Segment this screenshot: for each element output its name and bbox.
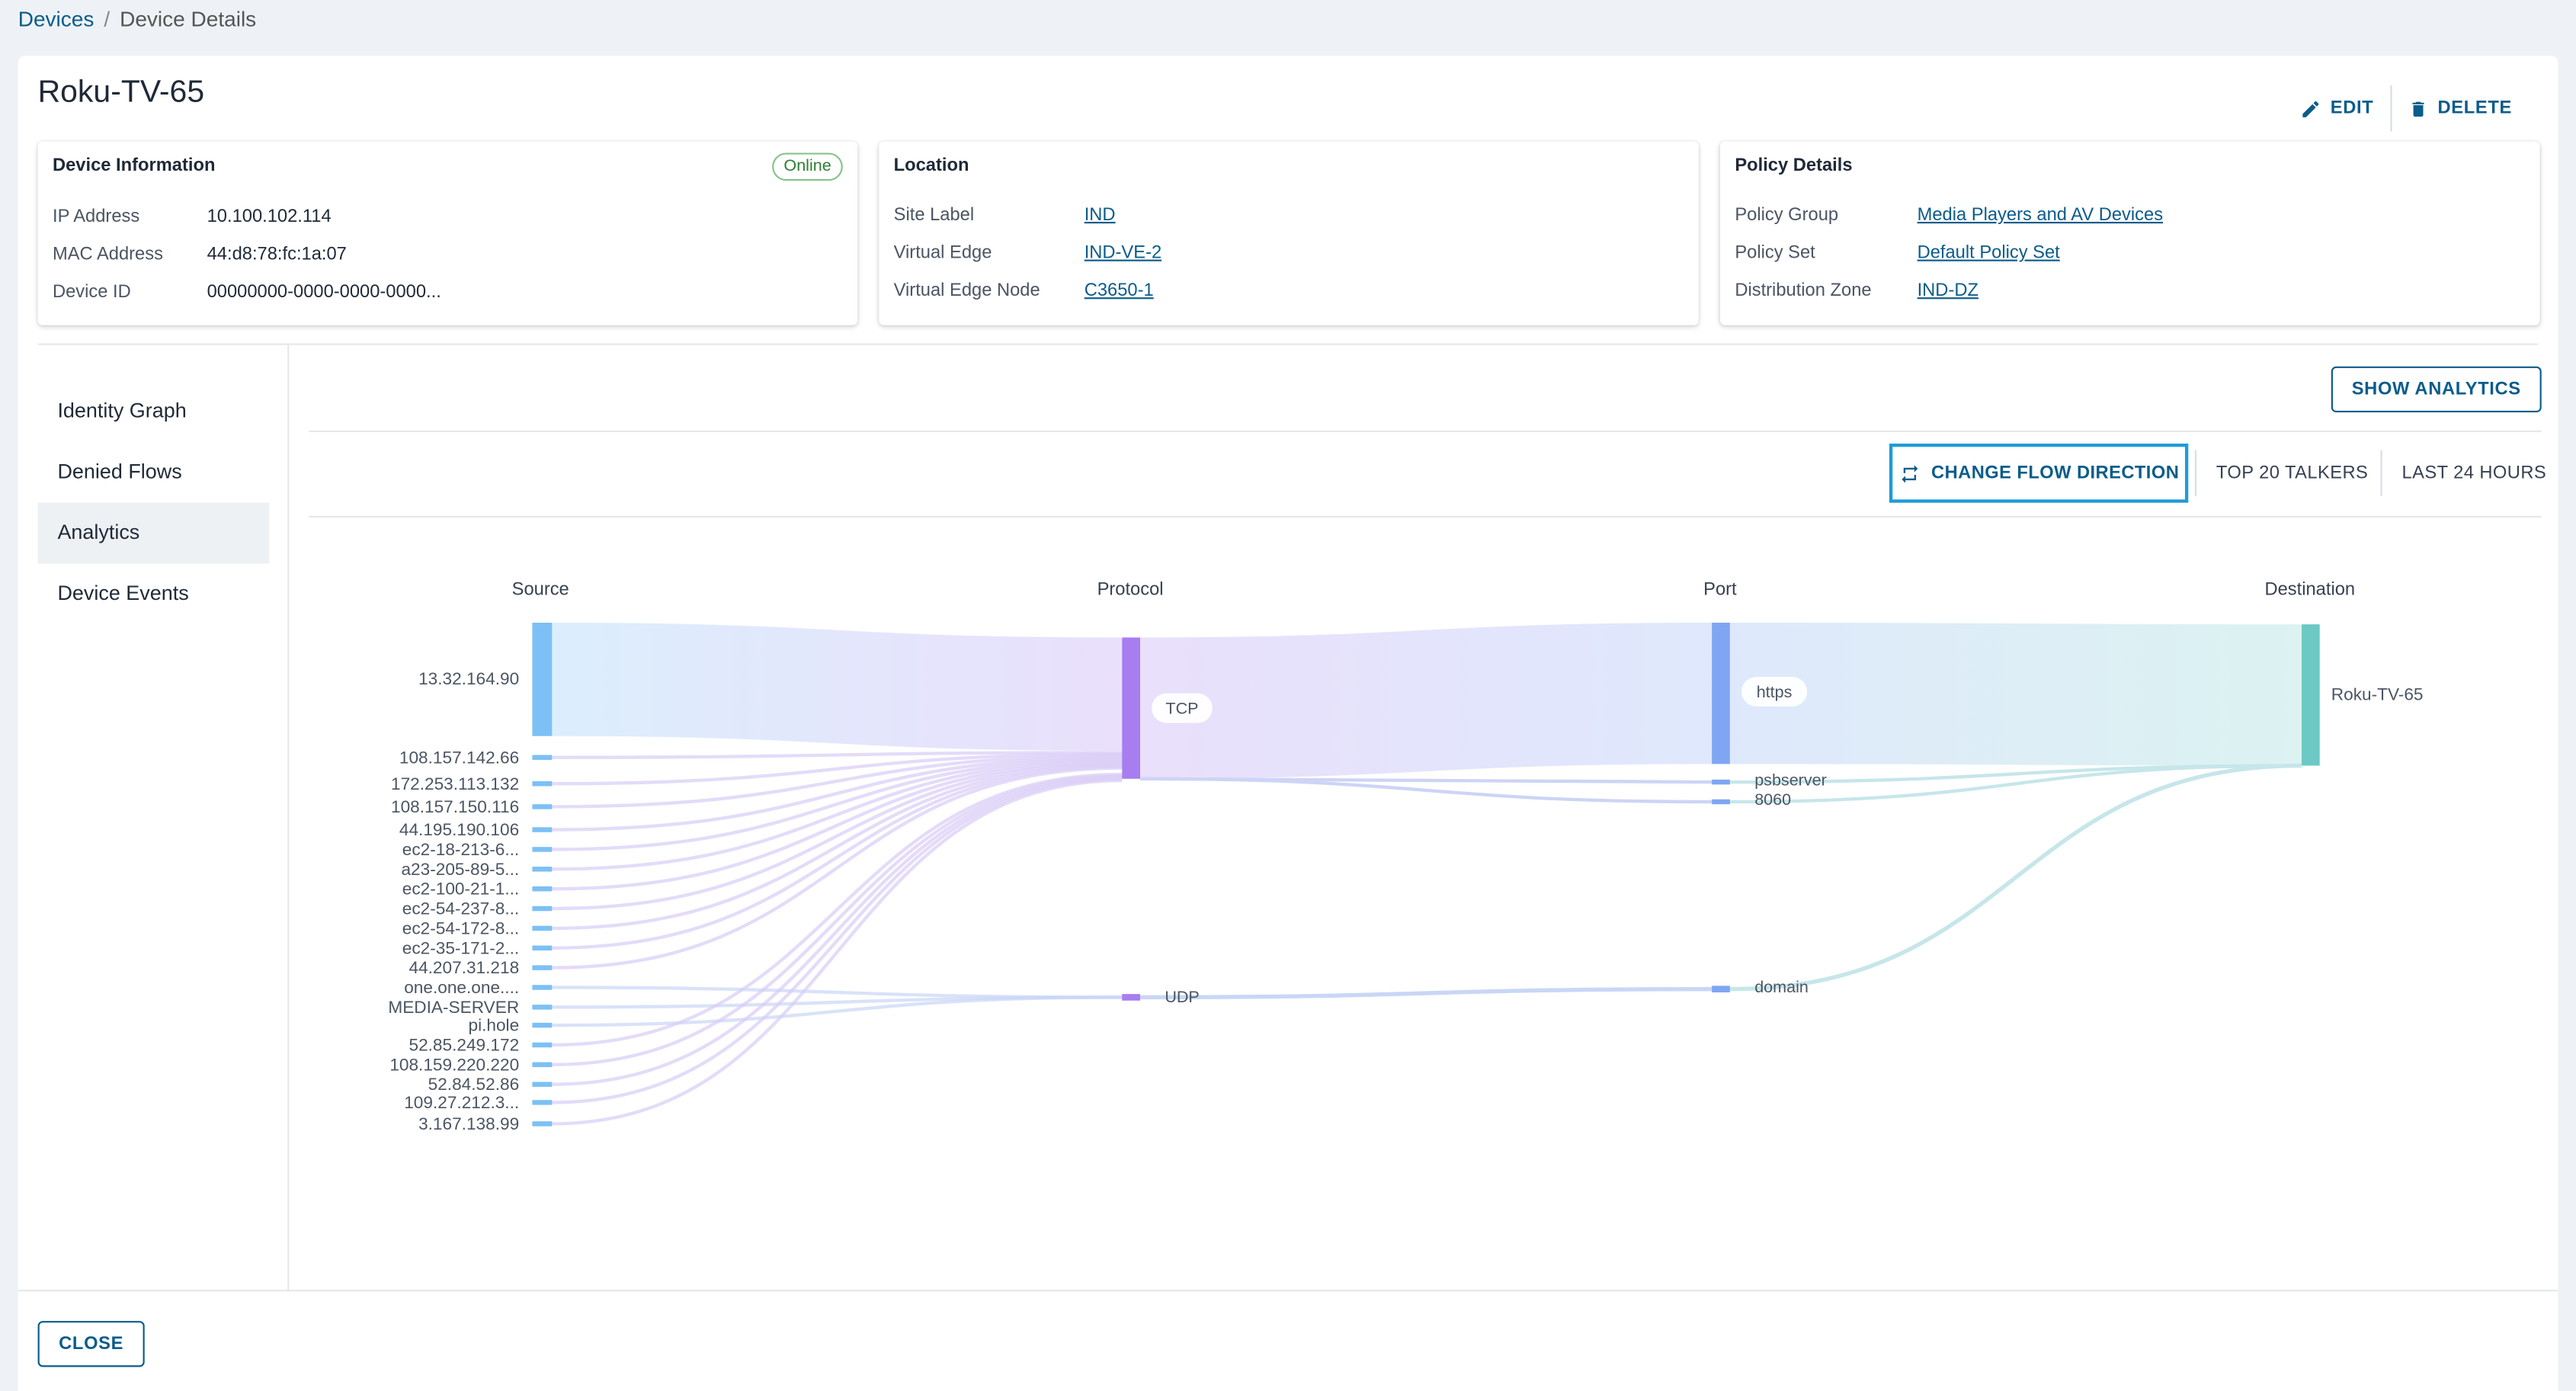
column-header-protocol: Protocol: [1097, 579, 1164, 599]
protocol-label-tcp: TCP: [1165, 699, 1198, 718]
source-label-52-85-249-172: 52.85.249.172: [409, 1036, 519, 1055]
destination-node-roku-tv-65[interactable]: [2302, 624, 2320, 766]
source-node-media-server[interactable]: [532, 1005, 553, 1010]
source-label-13-32-164-90: 13.32.164.90: [418, 669, 519, 688]
source-node-a23-205-89-5[interactable]: [532, 867, 553, 872]
source-node-109-27-212-3[interactable]: [532, 1100, 553, 1105]
source-label-ec2-35-171-2: ec2-35-171-2...: [402, 938, 519, 957]
source-node-ec2-54-237-8[interactable]: [532, 905, 553, 912]
source-label-172-253-113-132: 172.253.113.132: [391, 774, 519, 793]
source-label-ec2-100-21-1: ec2-100-21-1...: [402, 880, 519, 899]
source-label-one-one-one: one.one.one....: [404, 978, 519, 997]
source-node-ec2-54-172-8[interactable]: [532, 925, 553, 931]
port-node-domain[interactable]: [1712, 986, 1730, 992]
source-node-3-167-138-99[interactable]: [532, 1121, 553, 1127]
source-label-108-159-220-220: 108.159.220.220: [389, 1055, 519, 1074]
source-node-13-32-164-90[interactable]: [532, 622, 553, 736]
source-label-3-167-138-99: 3.167.138.99: [418, 1114, 519, 1133]
source-node-pi-hole[interactable]: [532, 1022, 553, 1028]
link-source-one-one-one: [552, 986, 1123, 999]
port-label-domain: domain: [1754, 977, 1809, 996]
port-node-8060[interactable]: [1712, 799, 1730, 805]
port-node-https[interactable]: [1712, 622, 1730, 764]
source-node-172-253-113-132[interactable]: [532, 780, 553, 787]
link-source-52-84-52-86: [552, 775, 1123, 1086]
flow-sankey-diagram: Source Protocol Port Destination 13.32.164.9…: [388, 579, 2424, 1133]
column-header-destination: Destination: [2264, 579, 2355, 599]
source-node-ec2-18-213-6[interactable]: [532, 847, 553, 852]
column-header-source: Source: [512, 579, 569, 599]
column-header-port: Port: [1703, 579, 1737, 599]
source-node-44-195-190-106[interactable]: [532, 827, 553, 832]
port-node-psbserver[interactable]: [1712, 779, 1730, 785]
sankey-links: [552, 622, 2302, 1126]
link-source-44-207-31-218: [552, 766, 1123, 970]
link-source-108-159-220-220: [552, 774, 1123, 1066]
source-label-ec2-18-213-6: ec2-18-213-6...: [402, 840, 519, 859]
source-label-109-27-212-3: 109.27.212.3...: [404, 1093, 519, 1112]
port-label-https: https: [1757, 682, 1793, 701]
link-source-tcp-main: [552, 622, 1123, 752]
source-label-44-195-190-106: 44.195.190.106: [399, 820, 519, 839]
source-node-one-one-one[interactable]: [532, 985, 553, 990]
source-node-ec2-100-21-1[interactable]: [532, 886, 553, 892]
source-node-52-84-52-86[interactable]: [532, 1082, 553, 1087]
source-node-108-159-220-220[interactable]: [532, 1062, 553, 1068]
link-udp-domain: [1139, 986, 1713, 1000]
protocol-node-tcp[interactable]: [1122, 637, 1140, 779]
protocol-label-udp: UDP: [1165, 987, 1200, 1006]
source-label-pi-hole: pi.hole: [469, 1016, 520, 1035]
link-tcp-https: [1139, 622, 1713, 779]
source-label-ec2-54-237-8: ec2-54-237-8...: [402, 899, 519, 918]
source-label-108-157-150-116: 108.157.150.116: [391, 797, 519, 816]
source-label-media-server: MEDIA-SERVER: [388, 998, 519, 1017]
destination-label-roku-tv-65: Roku-TV-65: [2331, 684, 2424, 704]
source-label-52-84-52-86: 52.84.52.86: [428, 1075, 520, 1094]
source-node-108-157-150-116[interactable]: [532, 804, 553, 809]
protocol-node-udp[interactable]: [1122, 994, 1140, 1001]
source-label-108-157-142-66: 108.157.142.66: [399, 748, 519, 767]
port-label-psbserver: psbserver: [1754, 770, 1827, 789]
source-node-44-207-31-218[interactable]: [532, 965, 553, 970]
source-label-44-207-31-218: 44.207.31.218: [409, 958, 519, 977]
source-label-a23-205-89-5: a23-205-89-5...: [401, 860, 519, 879]
link-https-destination: [1729, 622, 2302, 766]
source-node-108-157-142-66[interactable]: [532, 755, 553, 760]
source-label-ec2-54-172-8: ec2-54-172-8...: [402, 918, 519, 937]
port-label-8060: 8060: [1754, 790, 1791, 809]
source-node-52-85-249-172[interactable]: [532, 1042, 553, 1048]
device-details-page: Devices / Device Details Roku-TV-65 EDIT D…: [0, 0, 2576, 1391]
source-node-ec2-35-171-2[interactable]: [532, 945, 553, 951]
